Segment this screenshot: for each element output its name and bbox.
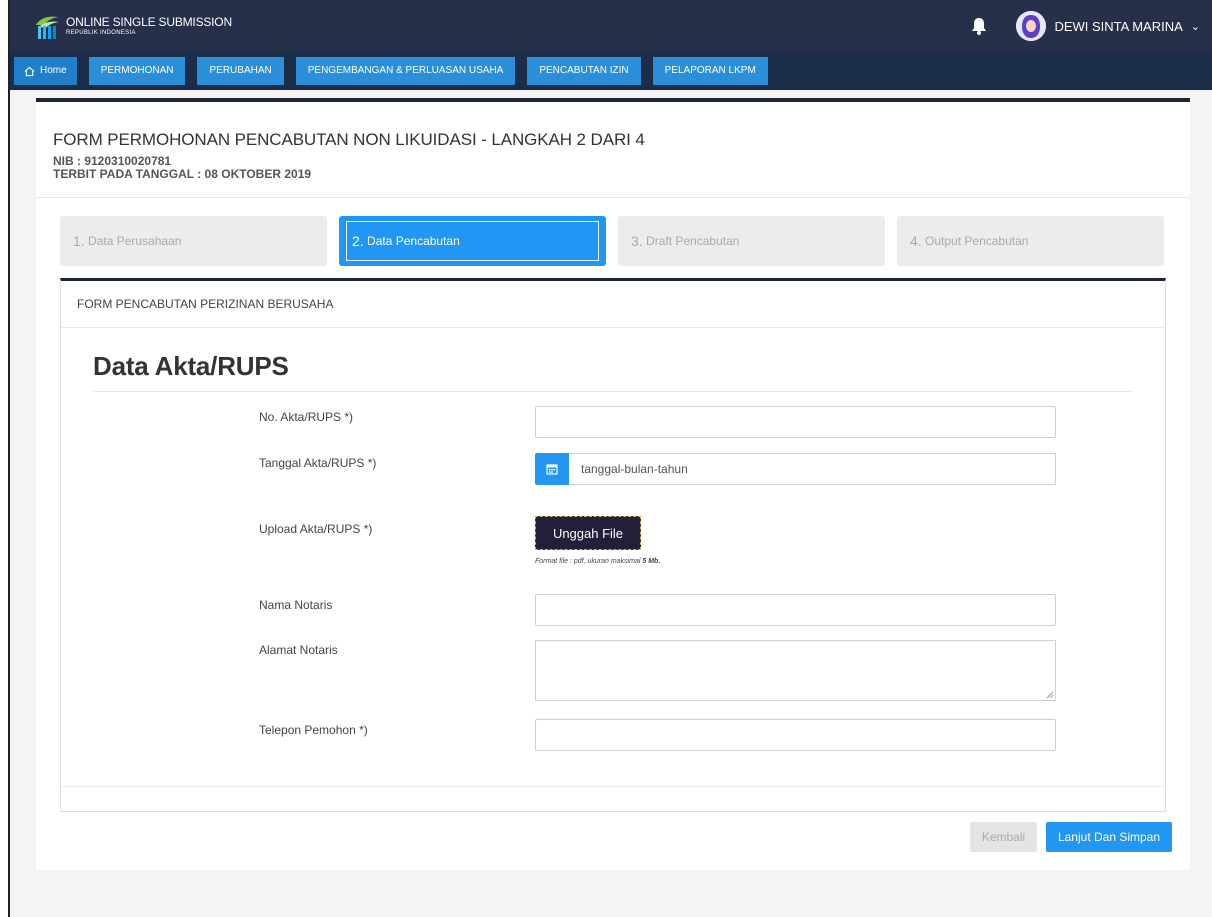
tanggal-akta-field: tanggal-bulan-tahun (535, 453, 1056, 485)
nav-item-pelaporan-lkpm[interactable]: PELAPORAN LKPM (652, 57, 768, 85)
step-label: Output Pencabutan (925, 234, 1029, 248)
active-step-border (346, 221, 599, 261)
step-label: Data Perusahaan (88, 234, 182, 248)
nav-item-pengembangan[interactable]: PENGEMBANGAN & PERLUASAN USAHA (295, 57, 516, 85)
form-panel: FORM PENCABUTAN PERIZINAN BERUSAHA Data … (60, 278, 1166, 812)
tanggal-akta-label: Tanggal Akta/RUPS *) (259, 456, 377, 470)
calendar-icon (546, 464, 558, 475)
user-avatar-icon (1016, 11, 1047, 41)
main-nav: Home PERMOHONAN PERUBAHAN PENGEMBANGAN &… (10, 52, 1212, 90)
nama-notaris-input[interactable] (535, 594, 1056, 626)
home-icon (24, 66, 35, 76)
section-title: Data Akta/RUPS (93, 351, 289, 381)
logo-subtitle: REPUBLIK INDONESIA (66, 30, 136, 36)
back-button[interactable]: Kembali (970, 822, 1037, 852)
divider (93, 391, 1133, 392)
logo-title: ONLINE SINGLE SUBMISSION (66, 15, 232, 29)
oss-logo-icon (36, 16, 59, 39)
step-number: 4. (910, 233, 922, 249)
avatar[interactable] (1016, 11, 1047, 41)
step-number: 1. (73, 233, 85, 249)
nav-item-perubahan[interactable]: PERUBAHAN (197, 57, 284, 85)
upload-hint: Format file : pdf, ukuran maksimal 5 Mb. (535, 558, 660, 565)
step-number: 3. (631, 233, 643, 249)
resize-handle-icon[interactable] (1047, 692, 1053, 698)
bell-icon[interactable] (968, 15, 990, 37)
telepon-pemohon-input[interactable] (535, 719, 1056, 751)
page-title: FORM PERMOHONAN PENCABUTAN NON LIKUIDASI… (53, 130, 645, 149)
main-card: FORM PERMOHONAN PENCABUTAN NON LIKUIDASI… (36, 98, 1190, 870)
save-next-button[interactable]: Lanjut Dan Simpan (1046, 822, 1172, 852)
panel-title: FORM PENCABUTAN PERIZINAN BERUSAHA (61, 281, 1165, 328)
nav-item-pencabutan-izin[interactable]: PENCABUTAN IZIN (527, 57, 641, 85)
telepon-pemohon-label: Telepon Pemohon *) (259, 723, 368, 737)
step-data-pencabutan[interactable]: 2. Data Pencabutan (339, 216, 606, 266)
user-name[interactable]: DEWI SINTA MARINA (1054, 19, 1182, 34)
top-header: ONLINE SINGLE SUBMISSION REPUBLIK INDONE… (10, 0, 1212, 52)
nav-item-home[interactable]: Home (14, 57, 77, 85)
tanggal-akta-input[interactable]: tanggal-bulan-tahun (569, 453, 1056, 485)
upload-hint-text: Format file : pdf, ukuran maksimal (535, 558, 641, 565)
alamat-notaris-textarea[interactable] (535, 640, 1056, 701)
nav-item-permohonan[interactable]: PERMOHONAN (88, 57, 186, 85)
no-akta-label: No. Akta/RUPS *) (259, 410, 354, 424)
no-akta-input[interactable] (535, 406, 1056, 438)
alamat-notaris-label: Alamat Notaris (259, 643, 338, 657)
calendar-button[interactable] (535, 453, 569, 485)
app-frame: ONLINE SINGLE SUBMISSION REPUBLIK INDONE… (8, 0, 1212, 917)
chevron-down-icon[interactable]: ⌄ (1191, 20, 1200, 33)
issued-date-text: TERBIT PADA TANGGAL : 08 OKTOBER 2019 (53, 167, 312, 181)
wizard-steps: 1. Data Perusahaan 2. Data Pencabutan 3.… (60, 216, 1166, 266)
oss-logo[interactable]: ONLINE SINGLE SUBMISSION REPUBLIK INDONE… (32, 11, 232, 41)
upload-hint-size: 5 Mb. (642, 558, 661, 565)
upload-file-button[interactable]: Unggah File (535, 516, 641, 550)
panel-footer-divider (61, 786, 1165, 787)
step-data-perusahaan[interactable]: 1. Data Perusahaan (60, 216, 327, 266)
step-draft-pencabutan[interactable]: 3. Draft Pencabutan (618, 216, 885, 266)
card-header: FORM PERMOHONAN PENCABUTAN NON LIKUIDASI… (36, 102, 1190, 198)
nama-notaris-label: Nama Notaris (259, 598, 333, 612)
step-output-pencabutan[interactable]: 4. Output Pencabutan (897, 216, 1164, 266)
upload-akta-label: Upload Akta/RUPS *) (259, 522, 373, 536)
nav-item-label: Home (40, 65, 67, 76)
step-label: Draft Pencabutan (646, 234, 740, 248)
